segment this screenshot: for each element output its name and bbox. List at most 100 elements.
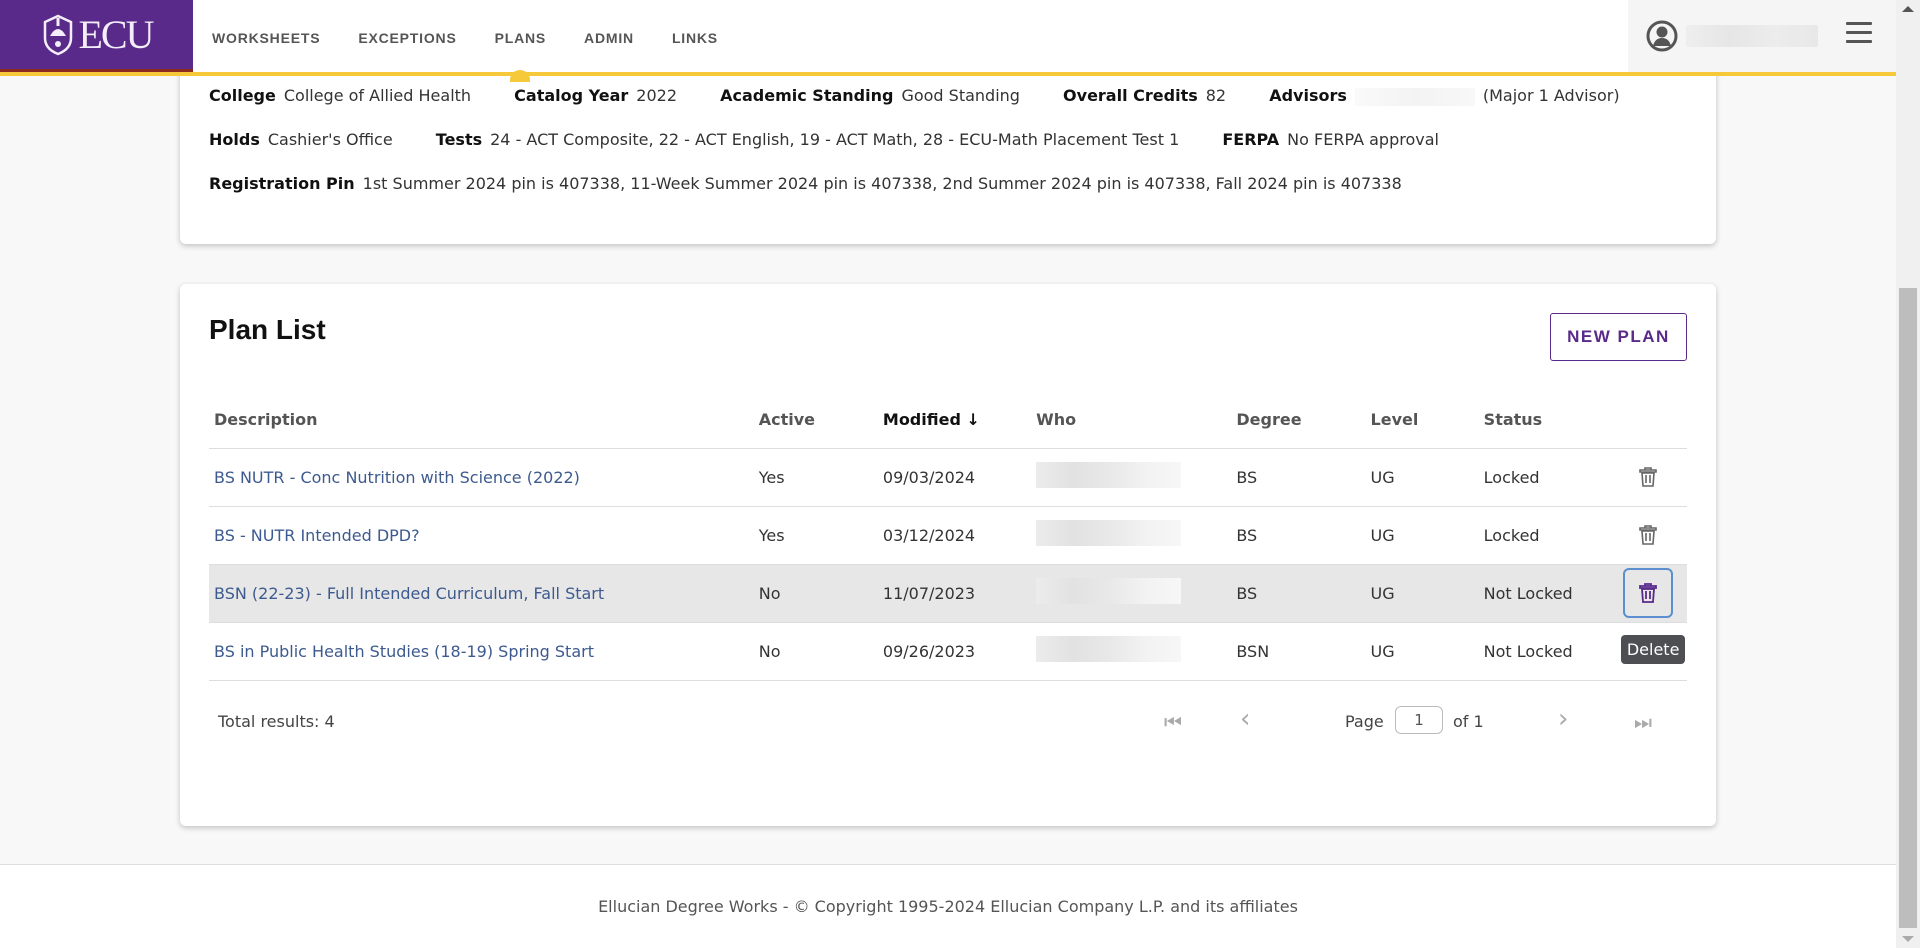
trash-icon [1639, 525, 1657, 545]
nav-admin[interactable]: ADMIN [565, 0, 653, 76]
holds-label: Holds [209, 130, 260, 149]
cell-who [1031, 506, 1232, 565]
info-row-1: College College of Allied Health Catalog … [209, 86, 1620, 106]
plan-link[interactable]: BS in Public Health Studies (18-19) Spri… [214, 642, 594, 661]
ferpa-value: No FERPA approval [1287, 130, 1439, 149]
academic-standing-value: Good Standing [901, 86, 1020, 105]
total-results: Total results: 4 [218, 712, 335, 731]
copyright-text: Ellucian Degree Works - © Copyright 1995… [598, 897, 1298, 916]
delete-tooltip: Delete [1620, 634, 1686, 664]
col-who[interactable]: Who [1031, 392, 1232, 449]
cell-status: Not Locked [1478, 564, 1613, 623]
nav-plans[interactable]: PLANS [476, 0, 565, 82]
cell-modified: 11/07/2023 [877, 564, 1032, 623]
plan-link[interactable]: BS - NUTR Intended DPD? [214, 526, 420, 545]
scroll-up-arrow-icon[interactable] [1902, 6, 1914, 12]
user-area [1628, 0, 1896, 72]
cell-delete: Delete [1612, 622, 1687, 681]
plan-list-card: Plan List NEW PLAN Description Active Mo… [180, 284, 1716, 826]
table-row[interactable]: BS NUTR - Conc Nutrition with Science (2… [209, 448, 1687, 507]
col-level[interactable]: Level [1365, 392, 1479, 449]
cell-status: Locked [1478, 506, 1613, 565]
plan-link[interactable]: BSN (22-23) - Full Intended Curriculum, … [214, 584, 604, 603]
college-value: College of Allied Health [283, 86, 472, 105]
col-active[interactable]: Active [753, 392, 878, 449]
delete-button[interactable] [1623, 510, 1673, 560]
first-page-icon[interactable]: ⏮ [1164, 710, 1182, 734]
scroll-thumb[interactable] [1899, 288, 1917, 928]
trash-icon [1638, 583, 1657, 603]
cell-level: UG [1365, 622, 1479, 681]
nav-links[interactable]: LINKS [653, 0, 737, 76]
plan-link[interactable]: BS NUTR - Conc Nutrition with Science (2… [214, 468, 580, 487]
who-redacted [1036, 462, 1182, 488]
nav-exceptions[interactable]: EXCEPTIONS [339, 0, 475, 76]
ferpa-label: FERPA [1222, 130, 1280, 149]
cell-active: No [753, 622, 878, 681]
next-page-icon[interactable]: › [1558, 704, 1568, 734]
cell-modified: 03/12/2024 [877, 506, 1032, 565]
who-redacted [1036, 520, 1182, 546]
col-description[interactable]: Description [209, 392, 754, 449]
ecu-logo[interactable]: ECU [0, 0, 193, 72]
cell-who [1031, 564, 1232, 623]
cell-active: No [753, 564, 878, 623]
overall-credits-value: 82 [1205, 86, 1227, 105]
table-header-row: Description Active Modified ↓ Who Degree… [209, 392, 1687, 449]
info-row-2: Holds Cashier's Office Tests 24 - ACT Comp… [209, 130, 1477, 149]
plan-list-title: Plan List [209, 314, 326, 345]
pagination: Total results: 4 ⏮ ‹ Page of 1 › ⏭ [209, 704, 1687, 740]
cell-active: Yes [753, 506, 878, 565]
ecu-shield-icon [43, 14, 72, 55]
col-modified-label: Modified [882, 410, 961, 430]
tests-value: 24 - ACT Composite, 22 - ACT English, 19… [490, 130, 1180, 149]
cell-degree: BS [1231, 506, 1366, 565]
who-redacted [1036, 578, 1182, 604]
cell-who [1031, 448, 1232, 507]
table-row[interactable]: BSN (22-23) - Full Intended Curriculum, … [209, 564, 1687, 623]
cell-status: Not Locked [1478, 622, 1613, 681]
delete-button[interactable] [1622, 568, 1673, 618]
page-footer: Ellucian Degree Works - © Copyright 1995… [0, 864, 1896, 948]
academic-standing-label: Academic Standing [720, 86, 894, 105]
table-row[interactable]: BS in Public Health Studies (18-19) Spri… [209, 622, 1687, 681]
overall-credits-label: Overall Credits [1063, 86, 1198, 105]
prev-page-icon[interactable]: ‹ [1240, 704, 1250, 734]
col-modified[interactable]: Modified ↓ [877, 392, 1032, 449]
delete-button[interactable] [1623, 452, 1673, 502]
page-label: Page [1345, 712, 1384, 731]
cell-modified: 09/26/2023 [877, 622, 1032, 681]
cell-level: UG [1365, 564, 1479, 623]
user-name-redacted [1686, 25, 1818, 47]
page-number-input[interactable] [1395, 706, 1443, 734]
col-status[interactable]: Status [1478, 392, 1613, 449]
cell-status: Locked [1478, 448, 1613, 507]
college-label: College [209, 86, 276, 105]
cell-delete [1612, 448, 1687, 507]
cell-description: BS in Public Health Studies (18-19) Spri… [209, 622, 754, 681]
catalog-year-label: Catalog Year [514, 86, 629, 105]
last-page-icon[interactable]: ⏭ [1634, 710, 1652, 734]
col-degree[interactable]: Degree [1231, 392, 1366, 449]
hamburger-menu-icon[interactable] [1846, 22, 1872, 46]
vertical-scrollbar[interactable] [1896, 0, 1920, 948]
user-circle-icon[interactable] [1646, 20, 1678, 52]
cell-who [1031, 622, 1232, 681]
registration-pin-value: 1st Summer 2024 pin is 407338, 11-Week S… [362, 174, 1402, 193]
cell-description: BSN (22-23) - Full Intended Curriculum, … [209, 564, 754, 623]
table-row[interactable]: BS - NUTR Intended DPD? Yes 03/12/2024 B… [209, 506, 1687, 565]
nav-worksheets[interactable]: WORKSHEETS [193, 0, 339, 76]
top-navigation-bar: ECU WORKSHEETS EXCEPTIONS PLANS ADMIN LI… [0, 0, 1896, 82]
col-actions [1612, 392, 1687, 449]
new-plan-button[interactable]: NEW PLAN [1550, 313, 1687, 361]
cell-description: BS NUTR - Conc Nutrition with Science (2… [209, 448, 754, 507]
cell-active: Yes [753, 448, 878, 507]
tests-label: Tests [435, 130, 483, 149]
cell-level: UG [1365, 448, 1479, 507]
cell-delete [1612, 564, 1687, 623]
sort-down-arrow-icon: ↓ [966, 410, 980, 430]
who-redacted [1036, 636, 1182, 662]
cell-degree: BS [1231, 564, 1366, 623]
trash-icon [1639, 467, 1657, 487]
scroll-down-arrow-icon[interactable] [1902, 936, 1914, 942]
